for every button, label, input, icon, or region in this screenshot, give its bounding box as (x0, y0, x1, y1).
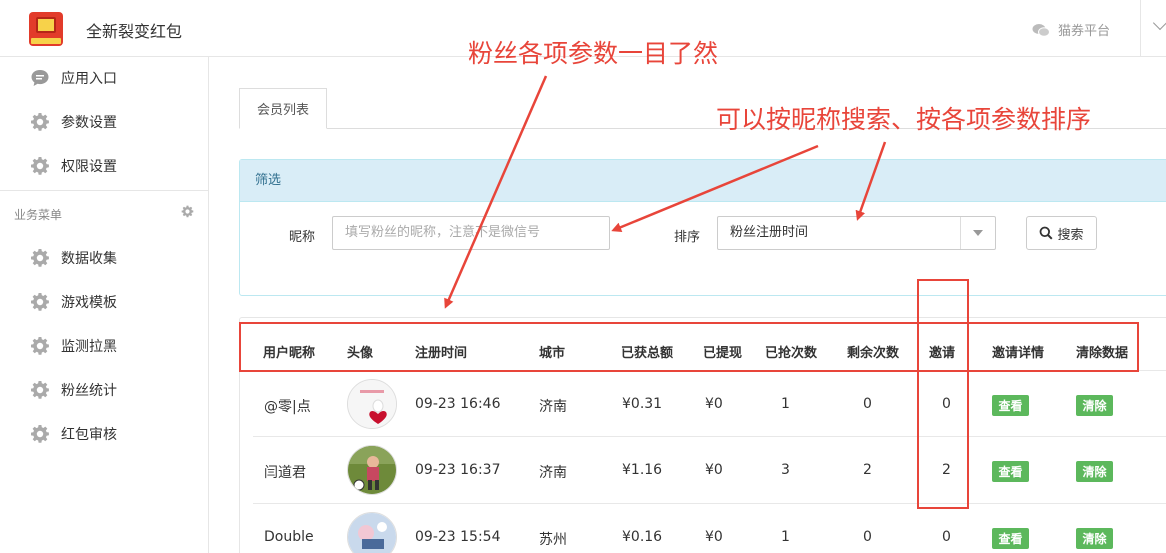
clear-data-button[interactable]: 清除 (1076, 461, 1113, 482)
cell-reg-time: 09-23 15:54 (415, 529, 501, 545)
caret-down-icon[interactable] (960, 217, 995, 249)
table-row-divider (253, 503, 1166, 504)
chevron-down-icon[interactable] (1152, 15, 1166, 31)
annotation-invite-box (917, 279, 969, 509)
cell-nickname: Double (264, 529, 314, 545)
cell-total: ¥1.16 (622, 462, 663, 478)
header-divider (1140, 0, 1141, 57)
cell-nickname: @零|点 (264, 399, 311, 415)
cell-city: 济南 (539, 399, 567, 415)
annotation-header-box (239, 322, 1139, 372)
sidebar-item-permissions[interactable]: 权限设置 (30, 155, 117, 177)
sidebar-section-title: 业务菜单 (14, 208, 63, 222)
sidebar-item-data-collect[interactable]: 数据收集 (30, 247, 117, 269)
nickname-label: 昵称 (289, 230, 316, 245)
view-invite-detail-button[interactable]: 查看 (992, 528, 1029, 549)
platform-switch[interactable]: 猫券平台 (1032, 20, 1110, 39)
gear-icon (30, 424, 50, 444)
wechat-icon (1032, 24, 1050, 37)
cell-city: 济南 (539, 465, 567, 481)
sidebar-item-label: 粉丝统计 (61, 383, 117, 399)
view-invite-detail-button[interactable]: 查看 (992, 461, 1029, 482)
gear-icon (30, 380, 50, 400)
cell-total: ¥0.16 (622, 529, 663, 545)
annotation-text-top: 粉丝各项参数一目了然 (468, 39, 719, 68)
search-button[interactable]: 搜索 (1026, 216, 1097, 250)
sidebar-item-game-template[interactable]: 游戏模板 (30, 291, 117, 313)
cell-grabbed: 1 (781, 396, 790, 412)
nickname-search-input[interactable]: 填写粉丝的昵称，注意不是微信号 (332, 216, 610, 250)
sidebar-item-label: 游戏模板 (61, 295, 117, 311)
clear-data-button[interactable]: 清除 (1076, 395, 1113, 416)
cell-reg-time: 09-23 16:37 (415, 462, 501, 478)
clear-data-button[interactable]: 清除 (1076, 528, 1113, 549)
chat-icon (30, 68, 50, 88)
tab-member-list[interactable]: 会员列表 (239, 88, 327, 129)
cell-remaining: 0 (863, 529, 872, 545)
cell-grabbed: 3 (781, 462, 790, 478)
sidebar: 应用入口 参数设置 权限设置 业务菜单 数据收集 游戏模板 监测拉黑 粉丝统计 … (0, 57, 209, 553)
sidebar-item-params[interactable]: 参数设置 (30, 111, 117, 133)
app-logo[interactable] (29, 12, 63, 46)
table-row-divider (253, 436, 1166, 437)
sidebar-item-fan-stats[interactable]: 粉丝统计 (30, 379, 117, 401)
sidebar-item-label: 红包审核 (61, 427, 117, 443)
avatar (347, 379, 397, 429)
cell-reg-time: 09-23 16:46 (415, 396, 501, 412)
gear-icon[interactable] (181, 205, 194, 222)
sidebar-item-label: 参数设置 (61, 115, 117, 131)
cell-withdrawn: ¥0 (705, 396, 723, 412)
sort-label: 排序 (674, 230, 701, 245)
sidebar-divider (0, 190, 208, 191)
gear-icon (30, 292, 50, 312)
sidebar-item-label: 应用入口 (61, 71, 117, 87)
cell-total: ¥0.31 (622, 396, 663, 412)
gear-icon (30, 248, 50, 268)
sidebar-item-app-entry[interactable]: 应用入口 (30, 67, 117, 89)
platform-label: 猫券平台 (1058, 24, 1111, 39)
gear-icon (30, 336, 50, 356)
sidebar-item-blacklist[interactable]: 监测拉黑 (30, 335, 117, 357)
cell-remaining: 2 (863, 462, 872, 478)
cell-nickname: 闫道君 (264, 465, 306, 481)
avatar (347, 445, 397, 495)
cell-grabbed: 1 (781, 529, 790, 545)
search-icon (1040, 226, 1053, 240)
view-invite-detail-button[interactable]: 查看 (992, 395, 1029, 416)
annotation-text-right: 可以按昵称搜索、按各项参数排序 (716, 105, 1092, 134)
sidebar-item-redpack-review[interactable]: 红包审核 (30, 423, 117, 445)
sidebar-item-label: 监测拉黑 (61, 339, 117, 355)
gear-icon (30, 112, 50, 132)
cell-remaining: 0 (863, 396, 872, 412)
cell-invites: 0 (942, 529, 951, 545)
sidebar-item-label: 权限设置 (61, 159, 117, 175)
filter-panel-title: 筛选 (240, 160, 1166, 202)
cell-withdrawn: ¥0 (705, 529, 723, 545)
cell-city: 苏州 (539, 532, 567, 548)
cell-withdrawn: ¥0 (705, 462, 723, 478)
sort-select-value: 粉丝注册时间 (730, 225, 809, 240)
search-button-label: 搜索 (1057, 227, 1084, 243)
sidebar-item-label: 数据收集 (61, 251, 117, 267)
sort-select[interactable]: 粉丝注册时间 (717, 216, 996, 250)
gear-icon (30, 156, 50, 176)
app-title: 全新裂变红包 (86, 22, 183, 41)
